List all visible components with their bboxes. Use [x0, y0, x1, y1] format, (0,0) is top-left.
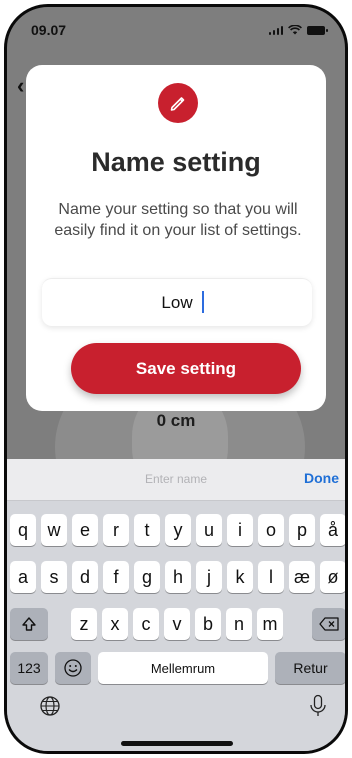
key-y[interactable]: y — [165, 514, 191, 546]
modal-title: Name setting — [91, 147, 261, 177]
distance-label: 0 cm — [156, 411, 196, 430]
key-s[interactable]: s — [41, 561, 67, 593]
keyboard: Enter name Done qwertyuiopå asdfghjklæø … — [7, 459, 345, 751]
key-n[interactable]: n — [226, 608, 252, 640]
status-bar: 09.07 — [7, 7, 345, 47]
key-m[interactable]: m — [257, 608, 283, 640]
key-a[interactable]: a — [10, 561, 36, 593]
key-ø[interactable]: ø — [320, 561, 345, 593]
keyboard-accessory-bar: Enter name Done — [7, 459, 345, 501]
key-k[interactable]: k — [227, 561, 253, 593]
return-key[interactable]: Retur — [275, 652, 345, 684]
modal-description: Name your setting so that you will easil… — [54, 201, 302, 239]
signal-icon — [268, 25, 283, 35]
key-x[interactable]: x — [102, 608, 128, 640]
key-b[interactable]: b — [195, 608, 221, 640]
key-æ[interactable]: æ — [289, 561, 315, 593]
setting-name-input[interactable] — [42, 278, 312, 326]
shift-key[interactable] — [10, 608, 48, 640]
pencil-icon — [158, 83, 198, 123]
shift-icon — [22, 617, 36, 631]
key-o[interactable]: o — [258, 514, 284, 546]
key-i[interactable]: i — [227, 514, 253, 546]
key-f[interactable]: f — [103, 561, 129, 593]
name-setting-modal: Name setting Name your setting so that y… — [26, 65, 326, 411]
key-h[interactable]: h — [165, 561, 191, 593]
key-l[interactable]: l — [258, 561, 284, 593]
wifi-icon — [288, 25, 302, 35]
done-button[interactable]: Done — [304, 470, 339, 486]
space-key[interactable]: Mellemrum — [98, 652, 268, 684]
key-e[interactable]: e — [72, 514, 98, 546]
microphone-icon[interactable] — [305, 693, 331, 719]
key-z[interactable]: z — [71, 608, 97, 640]
status-icons — [268, 25, 328, 35]
key-u[interactable]: u — [196, 514, 222, 546]
key-w[interactable]: w — [41, 514, 67, 546]
key-d[interactable]: d — [72, 561, 98, 593]
backspace-key[interactable] — [312, 608, 345, 640]
back-chevron-icon[interactable]: ‹ — [17, 73, 24, 99]
numbers-key[interactable]: 123 — [10, 652, 48, 684]
key-t[interactable]: t — [134, 514, 160, 546]
key-p[interactable]: p — [289, 514, 315, 546]
battery-icon — [307, 25, 328, 35]
home-indicator — [121, 741, 233, 746]
key-g[interactable]: g — [134, 561, 160, 593]
text-caret — [202, 291, 204, 313]
emoji-key[interactable] — [55, 652, 91, 684]
key-v[interactable]: v — [164, 608, 190, 640]
key-å[interactable]: å — [320, 514, 345, 546]
key-r[interactable]: r — [103, 514, 129, 546]
keyboard-placeholder: Enter name — [144, 472, 208, 486]
status-time: 09.07 — [31, 22, 67, 38]
emoji-icon — [64, 659, 82, 677]
key-q[interactable]: q — [10, 514, 36, 546]
globe-icon[interactable] — [37, 693, 63, 719]
key-j[interactable]: j — [196, 561, 222, 593]
key-c[interactable]: c — [133, 608, 159, 640]
save-setting-button[interactable]: Save setting — [71, 343, 301, 394]
backspace-icon — [319, 617, 339, 631]
phone-frame: 09.07 ‹ 0 cm Name setting Name your sett… — [4, 4, 348, 754]
